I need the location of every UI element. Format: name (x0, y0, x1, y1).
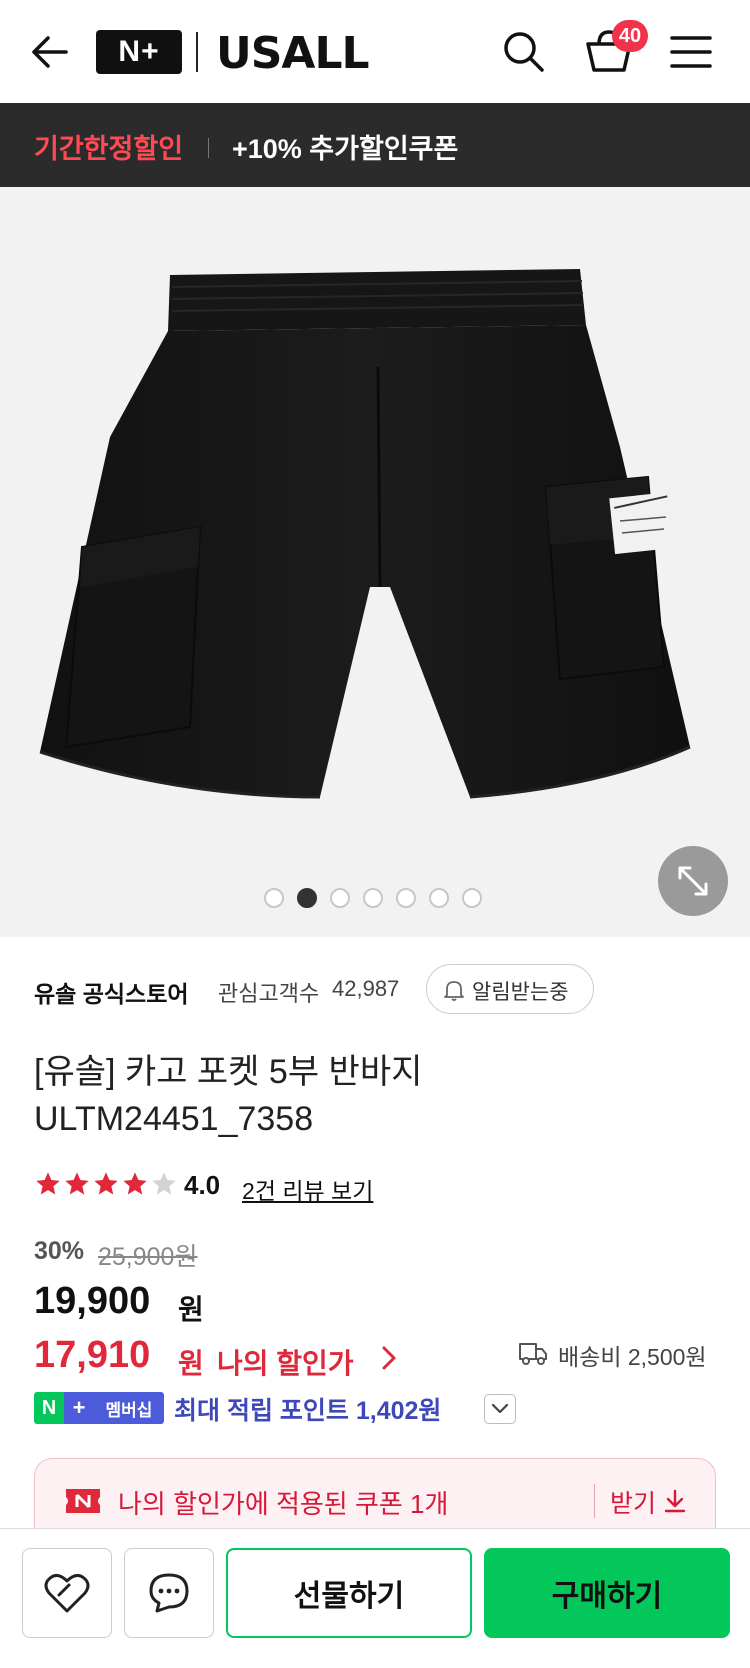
cart-count-badge: 40 (612, 20, 648, 52)
follower-count: 42,987 (332, 976, 400, 1001)
my-price-unit: 원 (178, 1348, 204, 1379)
back-button[interactable] (28, 30, 72, 74)
product-code: ULTM24451_7358 (34, 1100, 314, 1138)
expand-image-button[interactable] (658, 846, 728, 916)
badge-membership-label: 멤버십 (94, 1392, 164, 1424)
naver-plus-membership-badge: N + 멤버십 (34, 1392, 164, 1424)
sale-price-unit: 원 (178, 1294, 204, 1325)
buy-button[interactable]: 구매하기 (484, 1548, 730, 1638)
menu-button[interactable] (668, 30, 714, 74)
hamburger-menu-icon (670, 36, 712, 68)
gallery-dot[interactable] (363, 888, 383, 908)
promo-divider (208, 138, 209, 158)
store-name-link[interactable]: 유솔 공식스토어 (34, 975, 189, 1009)
badge-n: N (34, 1392, 64, 1424)
max-points-text: 최대 적립 포인트 1,402원 (174, 1397, 442, 1425)
rating-stars (34, 1170, 178, 1198)
star-empty-icon (152, 1172, 176, 1195)
chevron-right-icon[interactable] (380, 1344, 398, 1372)
gallery-pagination (264, 888, 482, 908)
wishlist-button[interactable] (22, 1548, 112, 1638)
review-link[interactable]: 2건 리뷰 보기 (242, 1172, 373, 1206)
brand-logo[interactable]: USALL (216, 28, 370, 79)
search-icon (504, 32, 544, 72)
badge-plus: + (64, 1392, 94, 1424)
app-header: N+ USALL 40 (0, 0, 750, 103)
star-filled-icon (36, 1172, 60, 1195)
follower-label: 관심고객수 (218, 981, 320, 1006)
gallery-dot[interactable] (462, 888, 482, 908)
bell-icon (444, 981, 464, 1001)
promo-banner[interactable]: 기간한정할인 +10% 추가할인쿠폰 (0, 103, 750, 187)
product-image (39, 269, 691, 799)
gallery-dot[interactable] (429, 888, 449, 908)
gallery-dot[interactable] (330, 888, 350, 908)
promo-highlight: 기간한정할인 (34, 134, 184, 164)
talk-talk-button[interactable] (124, 1548, 214, 1638)
star-filled-icon (94, 1172, 118, 1195)
gallery-dot[interactable] (396, 888, 416, 908)
star-filled-icon (123, 1172, 147, 1195)
coupon-text: 나의 할인가에 적용된 쿠폰 1개 (118, 1489, 449, 1519)
star-filled-icon (65, 1172, 89, 1195)
shipping-fee: 배송비 2,500원 (558, 1344, 707, 1370)
chat-bubble-icon (149, 1573, 189, 1613)
naver-coupon-icon (66, 1489, 100, 1513)
product-title: [유솔] 카고 포켓 5부 반바지 (34, 1053, 423, 1091)
rating-value: 4.0 (184, 1170, 221, 1200)
gift-button[interactable]: 선물하기 (226, 1548, 472, 1638)
coupon-divider (594, 1484, 595, 1518)
naver-plus-logo[interactable]: N+ (96, 30, 182, 74)
coupon-get-button[interactable]: 받기 (610, 1484, 656, 1520)
my-discount-label[interactable]: 나의 할인가 (217, 1342, 354, 1382)
sale-price: 19,900 (34, 1280, 151, 1322)
expand-arrows-icon (678, 866, 708, 896)
chevron-down-icon (491, 1403, 509, 1414)
arrow-left-icon (32, 36, 68, 68)
gallery-dot[interactable] (264, 888, 284, 908)
gallery-dot-active[interactable] (297, 888, 317, 908)
points-expand-button[interactable] (484, 1394, 516, 1424)
logo-divider (196, 32, 198, 72)
alarm-label: 알림받는중 (472, 981, 569, 1004)
product-image-gallery[interactable] (0, 187, 750, 937)
heart-icon (44, 1574, 90, 1613)
search-button[interactable] (500, 28, 548, 76)
promo-text: +10% 추가할인쿠폰 (232, 134, 459, 164)
my-discount-price[interactable]: 17,910 (34, 1334, 150, 1377)
truck-icon (519, 1343, 547, 1365)
discount-rate: 30% (34, 1237, 85, 1265)
download-icon[interactable] (663, 1488, 687, 1514)
original-price: 25,900원 (98, 1243, 198, 1271)
